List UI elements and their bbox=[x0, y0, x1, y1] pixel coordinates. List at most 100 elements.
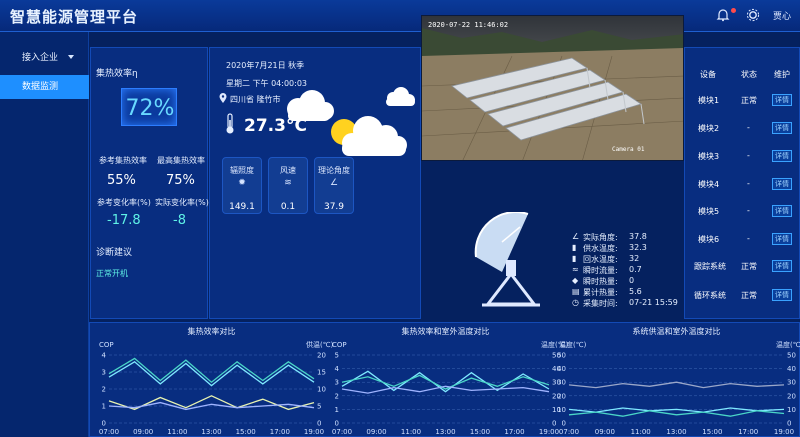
camera-label: Camera 01 bbox=[612, 146, 645, 153]
tick-label: 17:00 bbox=[504, 428, 524, 436]
detail-button[interactable]: 详情 bbox=[772, 233, 792, 245]
card-wind-label: 风速 bbox=[280, 166, 296, 175]
device-status: - bbox=[747, 234, 750, 243]
detail-button[interactable]: 详情 bbox=[772, 178, 792, 190]
tick-label: 15 bbox=[317, 369, 326, 377]
chart-ylabel: 温度(℃) bbox=[559, 340, 587, 349]
device-name: 模块3 bbox=[698, 152, 720, 161]
ref-eff-value: 55% bbox=[107, 173, 136, 188]
col-header-status: 状态 bbox=[741, 70, 757, 79]
tick-label: 0 bbox=[317, 420, 321, 428]
efficiency-value: 72% bbox=[125, 96, 175, 121]
sensor-label: 瞬时流量: bbox=[583, 266, 618, 275]
detail-button[interactable]: 详情 bbox=[772, 122, 792, 134]
diagnosis-title: 诊断建议 bbox=[96, 248, 133, 258]
detail-button[interactable]: 详情 bbox=[772, 205, 792, 217]
detail-button[interactable]: 详情 bbox=[772, 150, 792, 162]
series-line bbox=[108, 357, 315, 384]
charts-svg: 集热效率对比COP 供温(℃)0 01 52 103 154 2007:00 09:00 11:… bbox=[99, 326, 800, 436]
tick-label: 20 bbox=[317, 352, 326, 360]
tick-label: 30 bbox=[787, 379, 796, 387]
tick-label: 2 bbox=[102, 386, 106, 394]
tick-label: 13:00 bbox=[666, 428, 686, 436]
max-eff-label: 最高集热效率 bbox=[157, 156, 205, 165]
sensor-value: 0.7 bbox=[629, 265, 642, 274]
series-line bbox=[108, 395, 315, 411]
thermometer-icon bbox=[226, 113, 234, 134]
device-name: 模块1 bbox=[698, 96, 720, 105]
device-name: 循环系统 bbox=[694, 291, 726, 300]
camera-image bbox=[422, 16, 683, 160]
tick-label: 10 bbox=[787, 406, 796, 414]
sidebar-item-monitor[interactable]: 数据监测 bbox=[0, 75, 89, 99]
device-name: 模块2 bbox=[698, 124, 720, 133]
series-line bbox=[568, 381, 785, 389]
tick-label: 4 bbox=[335, 365, 340, 373]
sensor-label: 瞬时热量: bbox=[583, 277, 618, 286]
card-angle-value: 37.9 bbox=[323, 202, 345, 212]
tick-label: 0 bbox=[335, 420, 339, 428]
tick-label: 50 bbox=[557, 352, 566, 360]
tick-label: 1 bbox=[102, 403, 106, 411]
col-header-device: 设备 bbox=[700, 70, 716, 79]
sensor-value: 32 bbox=[629, 254, 640, 263]
tick-label: 07:00 bbox=[559, 428, 579, 436]
actual-change-value: -8 bbox=[173, 213, 186, 228]
tick-label: 15:00 bbox=[702, 428, 722, 436]
tick-label: 17:00 bbox=[738, 428, 758, 436]
device-status: - bbox=[747, 151, 750, 160]
bell-icon[interactable] bbox=[716, 8, 730, 22]
tick-label: 0 bbox=[787, 420, 791, 428]
sidebar-item-enterprise[interactable]: 接入企业 bbox=[0, 45, 89, 71]
detail-button[interactable]: 详情 bbox=[772, 289, 792, 301]
tick-label: 10 bbox=[557, 406, 566, 414]
ref-change-value: -17.8 bbox=[107, 213, 141, 228]
chevron-down-icon bbox=[68, 55, 74, 59]
ref-eff-label: 参考集热效率 bbox=[99, 156, 147, 165]
sensor-total-icon: ▤ bbox=[572, 287, 580, 296]
tick-label: 10 bbox=[317, 386, 326, 394]
detail-button[interactable]: 详情 bbox=[772, 260, 792, 272]
tick-label: 3 bbox=[102, 369, 106, 377]
sensor-value: 0 bbox=[629, 276, 635, 285]
location-pin-icon bbox=[219, 93, 227, 103]
tick-label: 1 bbox=[335, 406, 339, 414]
sensor-heat-icon: ◆ bbox=[572, 276, 579, 285]
sensor-value: 32.3 bbox=[629, 243, 647, 252]
sensor-label: 回水温度: bbox=[583, 255, 618, 264]
device-status: - bbox=[747, 179, 750, 188]
app-title: 智慧能源管理平台 bbox=[10, 8, 139, 26]
tick-label: 15:00 bbox=[470, 428, 490, 436]
camera-timestamp: 2020-07-22 11:46:02 bbox=[428, 21, 509, 29]
device-status: 正常 bbox=[741, 96, 757, 105]
tick-label: 11:00 bbox=[631, 428, 651, 436]
tick-label: 50 bbox=[787, 352, 796, 360]
device-status: - bbox=[747, 123, 750, 132]
sensor-return-icon: ▮ bbox=[572, 254, 577, 263]
tick-label: 07:00 bbox=[99, 428, 119, 436]
tick-label: 3 bbox=[335, 379, 339, 387]
sensor-flow-icon: ≈ bbox=[572, 265, 579, 274]
detail-button[interactable]: 详情 bbox=[772, 94, 792, 106]
angle-icon: ∠ bbox=[329, 178, 339, 188]
tick-label: 13:00 bbox=[201, 428, 221, 436]
tick-label: 30 bbox=[557, 379, 566, 387]
tick-label: 20 bbox=[787, 392, 796, 400]
gear-icon[interactable] bbox=[746, 8, 760, 22]
wind-icon: ≋ bbox=[284, 178, 292, 188]
chart-title: 集热效率和室外温度对比 bbox=[402, 326, 490, 336]
sensor-angle-icon: ∠ bbox=[572, 232, 580, 241]
user-name[interactable]: 贾心 bbox=[773, 9, 791, 22]
sensor-label: 累计热量: bbox=[583, 288, 618, 297]
sensor-supply-icon: ▮ bbox=[572, 243, 577, 252]
camera-feed[interactable] bbox=[421, 15, 684, 161]
diagnosis-value: 正常开机 bbox=[96, 269, 128, 278]
tick-label: 19:00 bbox=[774, 428, 794, 436]
notification-badge bbox=[731, 8, 736, 13]
tick-label: 5 bbox=[335, 352, 339, 360]
sensor-clock-icon: ◷ bbox=[572, 298, 579, 307]
chart-title: 集热效率对比 bbox=[188, 326, 236, 336]
tick-label: 07:00 bbox=[332, 428, 352, 436]
sensor-label: 实际角度: bbox=[583, 233, 618, 242]
tick-label: 0 bbox=[102, 420, 106, 428]
